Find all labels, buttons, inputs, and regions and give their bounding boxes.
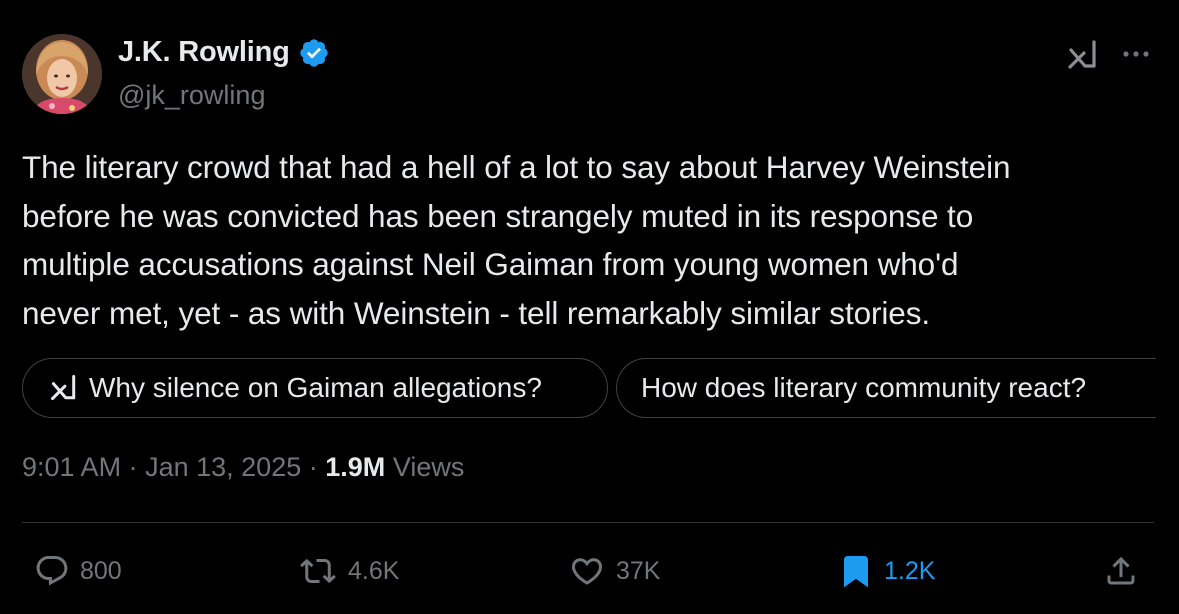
reply-button[interactable]: 800 xyxy=(34,549,122,593)
meta-separator: · xyxy=(308,452,318,482)
share-upload-icon xyxy=(1107,556,1135,585)
bookmark-button[interactable]: 1.2K xyxy=(838,549,935,593)
divider xyxy=(22,522,1154,523)
bookmark-count: 1.2K xyxy=(884,556,936,585)
chip-label: Why silence on Gaiman allegations? xyxy=(89,372,542,403)
reply-count: 800 xyxy=(80,556,122,585)
views-count: 1.9M xyxy=(325,452,386,482)
grok-icon[interactable] xyxy=(1066,38,1100,72)
tweet-date[interactable]: Jan 13, 2025 xyxy=(145,452,301,482)
like-button[interactable]: 37K xyxy=(568,549,660,593)
like-count: 37K xyxy=(616,556,661,585)
author-handle[interactable]: @jk_rowling xyxy=(118,80,265,111)
tweet-text-line: multiple accusations against Neil Gaiman… xyxy=(22,246,959,282)
grok-suggestion-chip[interactable]: Why silence on Gaiman allegations? xyxy=(22,358,608,418)
author-display-name[interactable]: J.K. Rowling xyxy=(118,36,290,69)
repost-button[interactable]: 4.6K xyxy=(298,549,399,593)
tweet-meta: 9:01 AM · Jan 13, 2025 · 1.9M Views xyxy=(22,452,464,483)
views-label: Views xyxy=(392,452,465,482)
bookmark-filled-icon xyxy=(844,556,868,588)
avatar[interactable] xyxy=(22,34,102,114)
meta-separator: · xyxy=(128,452,138,482)
repost-count: 4.6K xyxy=(348,556,400,585)
heart-icon xyxy=(571,558,603,585)
tweet-text: The literary crowd that had a hell of a … xyxy=(22,143,1162,337)
tweet-text-line: The literary crowd that had a hell of a … xyxy=(22,149,1011,185)
grok-icon xyxy=(51,375,76,401)
grok-suggestion-chip[interactable]: How does literary community react? xyxy=(616,358,1156,418)
chip-label: How does literary community react? xyxy=(641,372,1087,403)
tweet-time[interactable]: 9:01 AM xyxy=(22,452,121,482)
more-dots-icon[interactable] xyxy=(1116,36,1156,72)
repost-arrows-icon xyxy=(300,558,336,584)
verified-badge-icon xyxy=(299,38,328,67)
author-name-row[interactable]: J.K. Rowling xyxy=(118,36,330,69)
tweet-text-line: never met, yet - as with Weinstein - tel… xyxy=(22,294,931,331)
share-button[interactable] xyxy=(1103,549,1139,593)
reply-bubble-icon xyxy=(36,556,68,586)
tweet-text-line: before he was convicted has been strange… xyxy=(22,197,974,234)
